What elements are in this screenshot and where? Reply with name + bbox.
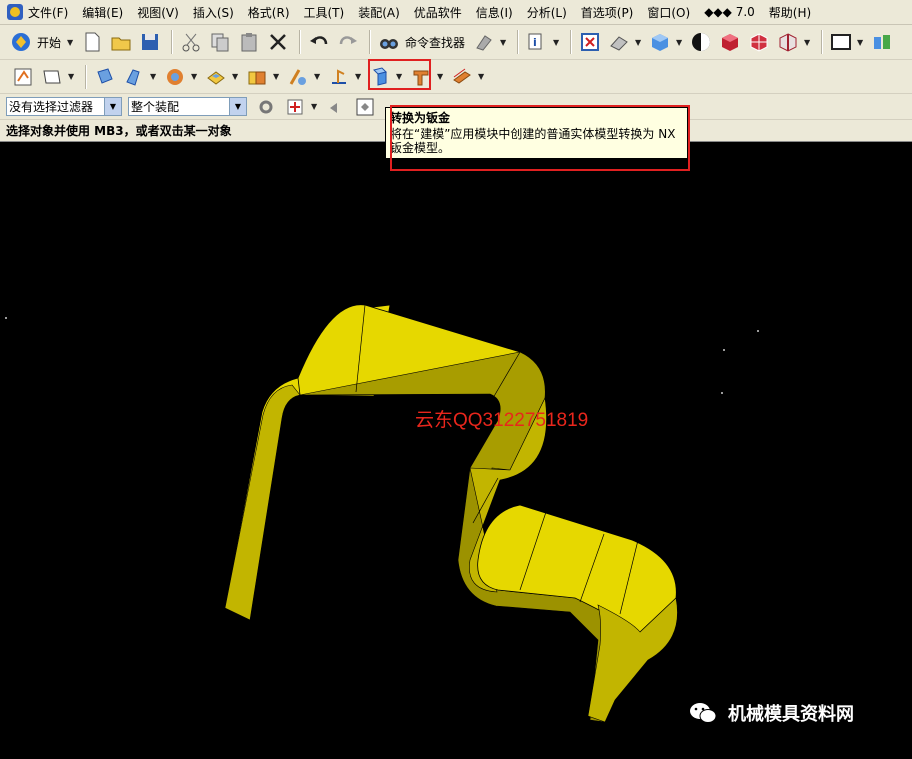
filter-settings-icon[interactable]: [253, 94, 279, 120]
menu-preferences[interactable]: 首选项(P): [581, 4, 634, 21]
brand-text: 机械模具资料网: [728, 704, 854, 725]
tooltip-body: 将在“建模”应用模块中创建的普通实体模型转换为 NX 钣金模型。: [390, 127, 676, 155]
convert-to-sheet-metal-icon[interactable]: [367, 64, 393, 90]
checkered-cube-icon[interactable]: [746, 29, 772, 55]
assembly-scope-value: 整个装配: [131, 100, 180, 114]
shaded-cube-icon[interactable]: [647, 29, 673, 55]
menu-help[interactable]: 帮助(H): [769, 4, 811, 21]
convert-tooltip: 转换为钣金 将在“建模”应用模块中创建的普通实体模型转换为 NX 钣金模型。: [385, 107, 688, 159]
lighting-sphere-icon[interactable]: [688, 29, 714, 55]
copy-icon[interactable]: [207, 29, 233, 55]
contact-watermark: 云东QQ3122751819: [415, 410, 589, 431]
zoom-icon[interactable]: [606, 29, 632, 55]
contour-flange-dropdown-icon[interactable]: ▼: [191, 72, 199, 81]
datum-dropdown-icon[interactable]: ▼: [68, 72, 76, 81]
background-dropdown-icon[interactable]: ▼: [857, 38, 865, 47]
open-folder-icon[interactable]: [108, 29, 134, 55]
flange-icon[interactable]: [121, 64, 147, 90]
rip-dropdown-icon[interactable]: ▼: [437, 72, 445, 81]
toolbar-separator: [85, 64, 87, 89]
toolbar-separator: [570, 30, 573, 54]
flange-dropdown-icon[interactable]: ▼: [150, 72, 158, 81]
brand-watermark: 机械模具资料网: [688, 700, 854, 726]
flat-pattern-dropdown-icon[interactable]: ▼: [478, 72, 486, 81]
fit-view-icon[interactable]: [577, 29, 603, 55]
delete-icon[interactable]: [265, 29, 291, 55]
bend-dropdown-icon[interactable]: ▼: [273, 72, 281, 81]
tooltip-title: 转换为钣金: [390, 111, 451, 125]
menu-version[interactable]: ◆◆◆ 7.0: [704, 5, 755, 19]
menu-analysis[interactable]: 分析(L): [527, 4, 567, 21]
selection-filter-select[interactable]: 没有选择过滤器 ▼: [6, 97, 122, 116]
menu-insert[interactable]: 插入(S): [193, 4, 234, 21]
menu-file[interactable]: 文件(F): [28, 4, 68, 21]
section-cube-icon[interactable]: [775, 29, 801, 55]
menu-assembly[interactable]: 装配(A): [358, 4, 400, 21]
undo-icon[interactable]: [306, 29, 332, 55]
save-icon[interactable]: [137, 29, 163, 55]
bend-icon[interactable]: [244, 64, 270, 90]
tab-feature-icon[interactable]: [92, 64, 118, 90]
corner-icon[interactable]: [285, 64, 311, 90]
contour-flange-icon[interactable]: [162, 64, 188, 90]
toolbar-separator: [821, 30, 824, 54]
section-dropdown-icon[interactable]: ▼: [804, 38, 812, 47]
start-dropdown-icon[interactable]: ▼: [67, 38, 75, 47]
menu-information[interactable]: 信息(I): [476, 4, 513, 21]
chevron-down-icon[interactable]: ▼: [229, 98, 246, 115]
toolbar-separator: [299, 30, 302, 54]
emboss-icon[interactable]: [203, 64, 229, 90]
chevron-down-icon[interactable]: ▼: [104, 98, 121, 115]
selection-filter-value: 没有选择过滤器: [9, 100, 94, 114]
zoom-dropdown-icon[interactable]: ▼: [635, 38, 643, 47]
snap-dropdown-icon[interactable]: ▼: [311, 102, 319, 111]
corner-dropdown-icon[interactable]: ▼: [314, 72, 322, 81]
flat-pattern-icon[interactable]: [449, 64, 475, 90]
unbend-icon[interactable]: [326, 64, 352, 90]
menu-plugin[interactable]: 优品软件: [414, 4, 462, 21]
start-button[interactable]: 开始: [37, 34, 61, 51]
repeat-command-dropdown-icon[interactable]: ▼: [500, 38, 508, 47]
sketch-icon[interactable]: [10, 64, 36, 90]
emboss-dropdown-icon[interactable]: ▼: [232, 72, 240, 81]
start-icon[interactable]: [8, 29, 34, 55]
render-style-dropdown-icon[interactable]: ▼: [676, 38, 684, 47]
sheet-metal-toolbar: ▼ ▼ ▼ ▼ ▼ ▼ ▼ ▼ ▼ ▼: [0, 60, 912, 94]
convert-dropdown-icon[interactable]: ▼: [396, 72, 404, 81]
svg-text:i: i: [533, 36, 537, 49]
background-color-icon[interactable]: [828, 29, 854, 55]
nx-app-icon[interactable]: [6, 3, 24, 21]
toolbar-separator: [369, 30, 372, 54]
information-icon[interactable]: i: [524, 29, 550, 55]
menu-view[interactable]: 视图(V): [137, 4, 179, 21]
command-finder-button[interactable]: 命令查找器: [405, 34, 465, 51]
rip-icon[interactable]: [408, 64, 434, 90]
toolbar-separator: [517, 30, 520, 54]
datum-plane-icon[interactable]: [39, 64, 65, 90]
wechat-icon: [690, 703, 717, 723]
toolbar-separator: [171, 30, 174, 54]
menu-window[interactable]: 窗口(O): [647, 4, 690, 21]
menu-tools[interactable]: 工具(T): [304, 4, 345, 21]
menu-edit[interactable]: 编辑(E): [82, 4, 123, 21]
snap-point-icon[interactable]: [282, 94, 308, 120]
repeat-command-icon[interactable]: [471, 29, 497, 55]
binoculars-icon[interactable]: [376, 29, 402, 55]
redo-icon[interactable]: [335, 29, 361, 55]
information-dropdown-icon[interactable]: ▼: [553, 38, 561, 47]
sheet-metal-part[interactable]: [0, 143, 912, 756]
menu-bar: 文件(F) 编辑(E) 视图(V) 插入(S) 格式(R) 工具(T) 装配(A…: [0, 0, 912, 25]
toolbar-overflow-icon[interactable]: [869, 29, 895, 55]
standard-toolbar: 开始 ▼ 命令查找器 ▼ i ▼ ▼ ▼ ▼ ▼: [0, 25, 912, 60]
new-file-icon[interactable]: [79, 29, 105, 55]
graphics-window[interactable]: [0, 143, 912, 756]
select-body-icon[interactable]: [352, 94, 378, 120]
paste-icon[interactable]: [236, 29, 262, 55]
select-arrow-icon[interactable]: [323, 94, 349, 120]
unbend-dropdown-icon[interactable]: ▼: [355, 72, 363, 81]
red-cube-icon[interactable]: [717, 29, 743, 55]
menu-format[interactable]: 格式(R): [248, 4, 290, 21]
assembly-scope-select[interactable]: 整个装配 ▼: [128, 97, 247, 116]
cut-icon[interactable]: [178, 29, 204, 55]
